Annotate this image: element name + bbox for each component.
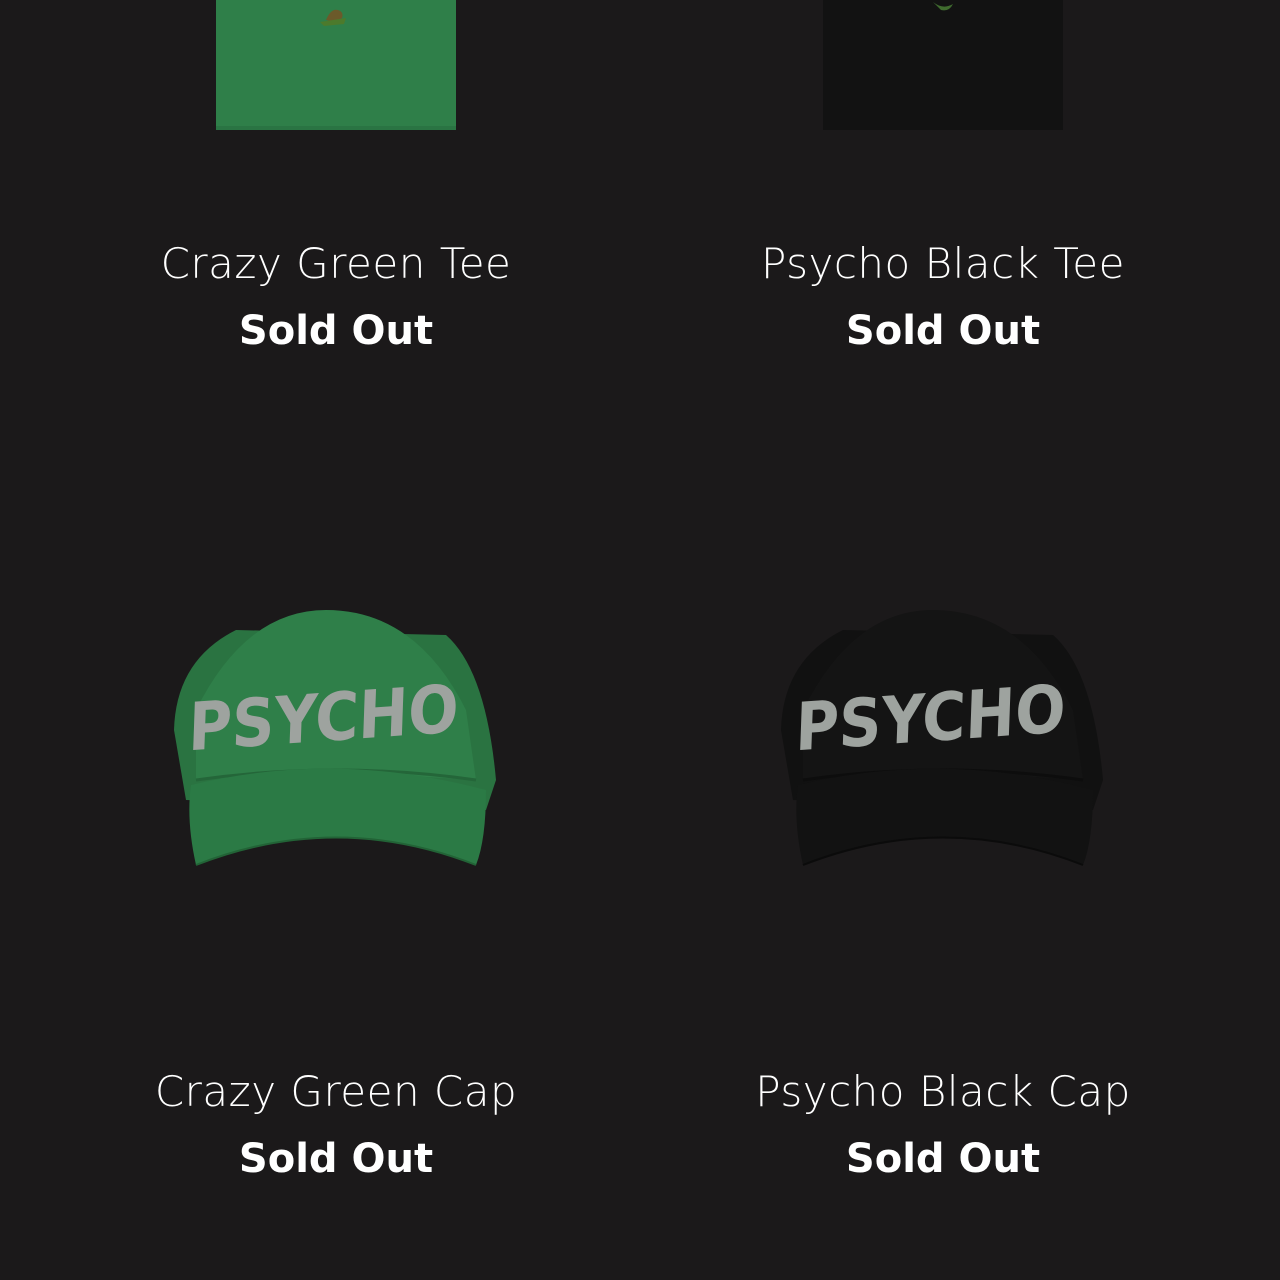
green-tee-image[interactable]	[206, 0, 466, 140]
black-tee-image[interactable]	[813, 0, 1073, 140]
product-grid: Crazy Green Tee Sold Out Psycho Black Te…	[0, 0, 1280, 1280]
product-title[interactable]: Psycho Black Cap	[623, 1071, 1263, 1113]
product-title[interactable]: Crazy Green Cap	[16, 1071, 656, 1113]
sold-out-status: Sold Out	[845, 1136, 1041, 1182]
sold-out-status: Sold Out	[238, 308, 434, 354]
product-card-crazy-green-tee[interactable]: Crazy Green Tee Sold Out	[16, 0, 656, 400]
product-title[interactable]: Psycho Black Tee	[623, 243, 1263, 285]
sold-out-status: Sold Out	[238, 1136, 434, 1182]
product-title[interactable]: Crazy Green Tee	[16, 243, 656, 285]
green-cap-image[interactable]: PSYCHO	[156, 600, 516, 900]
product-card-psycho-black-tee[interactable]: Psycho Black Tee Sold Out	[623, 0, 1263, 400]
sold-out-status: Sold Out	[845, 308, 1041, 354]
product-card-psycho-black-cap[interactable]: PSYCHO Psycho Black Cap Sold Out	[623, 580, 1263, 1220]
black-cap-image[interactable]: PSYCHO	[763, 600, 1123, 900]
product-card-crazy-green-cap[interactable]: PSYCHO Crazy Green Cap Sold Out	[16, 580, 656, 1220]
